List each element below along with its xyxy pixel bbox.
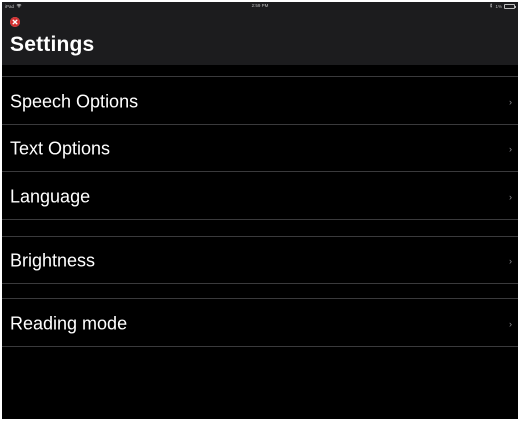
battery-percent: 1%	[495, 3, 502, 9]
settings-item-label: Speech Options	[10, 91, 139, 111]
settings-item-reading-mode[interactable]: Reading mode ›	[2, 300, 518, 347]
status-right: 1%	[489, 2, 516, 9]
bluetooth-icon	[489, 2, 493, 9]
settings-item-label: Language	[10, 186, 91, 206]
settings-item-label: Brightness	[10, 250, 96, 270]
chevron-right-icon: ›	[509, 255, 512, 266]
close-button[interactable]	[10, 17, 20, 27]
row-divider	[2, 171, 518, 172]
settings-item-label: Reading mode	[10, 313, 128, 333]
close-icon	[10, 17, 20, 27]
settings-item-speech-options[interactable]: Speech Options ›	[2, 78, 518, 125]
row-divider	[2, 283, 518, 284]
chevron-right-icon: ›	[509, 96, 512, 107]
settings-item-language[interactable]: Language ›	[2, 173, 518, 220]
device-screen: iPad 2:59 PM 1% Settings Speech Options …	[2, 2, 518, 419]
row-divider	[2, 219, 518, 220]
status-bar: iPad 2:59 PM 1%	[2, 2, 518, 11]
battery-icon	[504, 3, 516, 9]
settings-item-label: Text Options	[10, 138, 111, 158]
navigation-header: Settings	[2, 11, 518, 65]
chevron-right-icon: ›	[509, 318, 512, 329]
chevron-right-icon: ›	[509, 143, 512, 154]
row-divider	[2, 346, 518, 347]
status-time: 2:59 PM	[251, 3, 269, 8]
chevron-right-icon: ›	[509, 191, 512, 202]
page-title: Settings	[10, 33, 95, 56]
settings-item-brightness[interactable]: Brightness ›	[2, 237, 518, 284]
group-separator	[2, 298, 518, 299]
settings-item-text-options[interactable]: Text Options ›	[2, 125, 518, 172]
group-separator	[2, 76, 518, 77]
